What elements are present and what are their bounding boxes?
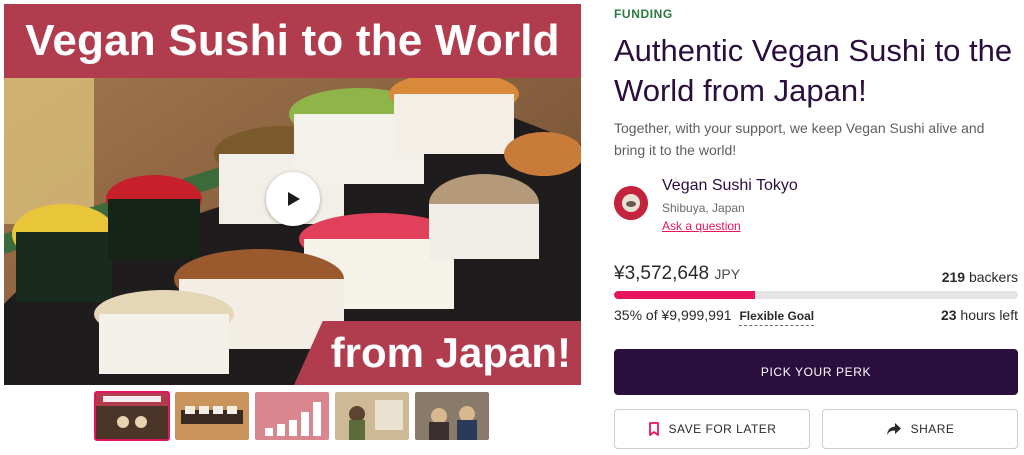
thumbnail-4[interactable] [335,392,409,440]
thumbnail-1[interactable] [94,391,170,441]
share-arrow-icon [886,423,901,435]
backers-number: 219 [941,269,966,285]
time-left-label: hours left [960,307,1018,323]
thumbnail-5[interactable] [415,392,489,440]
time-left: 23 hours left [941,307,1018,323]
thumbnail-2[interactable] [175,392,249,440]
thumbnail-3[interactable] [255,392,329,440]
amount-raised: ¥3,572,648 JPY [614,263,740,285]
play-button[interactable] [266,172,320,226]
campaign-video[interactable]: Vegan Sushi to the World from Japan! [4,4,581,385]
campaign-subtitle: Together, with your support, we keep Veg… [614,120,985,158]
pick-your-perk-button[interactable]: PICK YOUR PERK [614,349,1018,395]
campaign-title: Authentic Vegan Sushi to the World from … [614,33,1013,108]
amount-raised-currency: JPY [714,266,741,282]
funding-progress-fill [614,291,756,299]
owner-name[interactable]: Vegan Sushi Tokyo [662,176,798,196]
share-button[interactable]: SHARE [822,409,1018,449]
bookmark-icon [648,422,659,436]
backers-label: backers [968,269,1018,285]
play-icon [288,192,300,206]
media-thumbnails [94,391,489,441]
funding-progress-bar [614,291,1018,299]
owner-avatar[interactable] [614,186,648,220]
funding-status-label: FUNDING [614,7,673,21]
banner-title-top: Vegan Sushi to the World [4,4,581,78]
funding-goal: 35% of ¥9,999,991 Flexible Goal [614,307,815,326]
campaign-owner: Vegan Sushi Tokyo Shibuya, Japan Ask a q… [614,176,798,235]
ask-question-link[interactable]: Ask a question [662,218,741,234]
share-label: SHARE [910,422,955,436]
owner-location: Shibuya, Japan [662,201,745,215]
flexible-goal-tooltip[interactable]: Flexible Goal [739,309,815,326]
save-for-later-label: SAVE FOR LATER [668,422,777,436]
goal-text: 35% of ¥9,999,991 [614,307,732,323]
save-for-later-button[interactable]: SAVE FOR LATER [614,409,810,449]
amount-raised-value: ¥3,572,648 [614,263,710,284]
banner-title-bottom: from Japan! [294,321,581,385]
backers-count: 219 backers [942,269,1018,285]
time-left-value: 23 [940,307,957,323]
